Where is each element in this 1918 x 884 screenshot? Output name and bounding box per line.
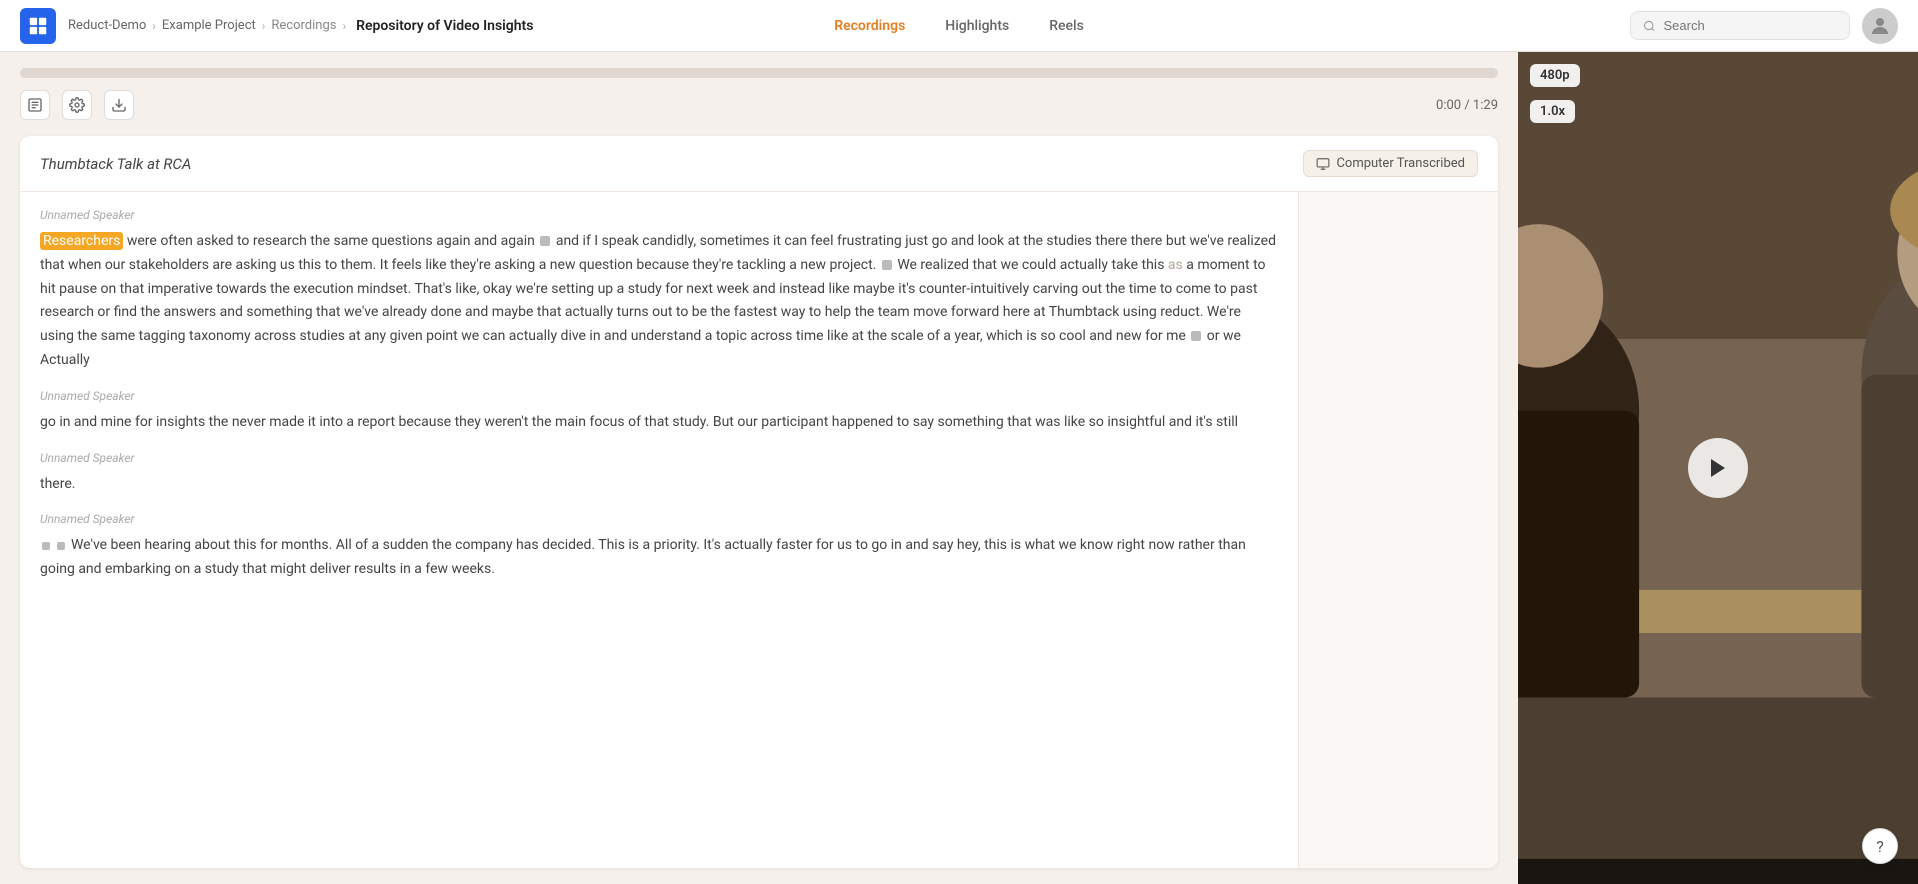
breadcrumb-sep-3: ›: [342, 19, 346, 33]
quality-badge[interactable]: 480p: [1530, 64, 1580, 87]
highlight-researchers: Researchers: [40, 232, 123, 250]
left-panel: 0:00 / 1:29 Thumbtack Talk at RCA Comput…: [0, 52, 1518, 884]
speaker-label-3: Unnamed Speaker: [40, 451, 1278, 465]
video-panel: 480p 1.0x: [1518, 52, 1918, 884]
app-logo: [20, 8, 56, 44]
breadcrumb-example-project[interactable]: Example Project: [162, 18, 256, 33]
transcript-body: Unnamed Speaker Researchers were often a…: [20, 192, 1498, 868]
tab-recordings[interactable]: Recordings: [818, 12, 921, 40]
computer-transcribed-badge: Computer Transcribed: [1303, 150, 1478, 177]
speed-badge[interactable]: 1.0x: [1530, 100, 1575, 123]
help-button[interactable]: ?: [1862, 828, 1898, 864]
play-button[interactable]: [1688, 438, 1748, 498]
transcript-header: Thumbtack Talk at RCA Computer Transcrib…: [20, 136, 1498, 192]
video-scene: [1518, 52, 1918, 884]
time-display: 0:00 / 1:29: [1436, 98, 1498, 113]
settings-button[interactable]: [62, 90, 92, 120]
breadcrumb-reduct-demo[interactable]: Reduct-Demo: [68, 18, 146, 33]
top-navigation: Reduct-Demo › Example Project › Recordin…: [0, 0, 1918, 52]
speaker-label-2: Unnamed Speaker: [40, 389, 1278, 403]
breadcrumb-sep-1: ›: [152, 19, 156, 33]
transcript-button[interactable]: [20, 90, 50, 120]
breadcrumb-recordings: Recordings: [271, 18, 336, 33]
inline-block-1: [540, 236, 550, 246]
inline-block-3: [1191, 331, 1201, 341]
main-content: 0:00 / 1:29 Thumbtack Talk at RCA Comput…: [0, 52, 1918, 884]
transcript-text-column[interactable]: Unnamed Speaker Researchers were often a…: [20, 192, 1298, 868]
transcript-segment-4: We've been hearing about this for months…: [40, 534, 1278, 582]
inline-block-4: [42, 542, 50, 550]
breadcrumb: Reduct-Demo › Example Project › Recordin…: [68, 18, 533, 34]
transcript-segment-3: there.: [40, 473, 1278, 497]
nav-tabs: Recordings Highlights Reels: [818, 12, 1100, 40]
transcript-title: Thumbtack Talk at RCA: [40, 155, 191, 173]
transcript-sidebar: [1298, 192, 1498, 868]
app-title: Repository of Video Insights: [356, 18, 533, 34]
search-input[interactable]: [1664, 18, 1837, 33]
speaker-label-4: Unnamed Speaker: [40, 512, 1278, 526]
player-controls: 0:00 / 1:29: [20, 90, 1498, 120]
transcript-segment-2: go in and mine for insights the never ma…: [40, 411, 1278, 435]
transcript-card: Thumbtack Talk at RCA Computer Transcrib…: [20, 136, 1498, 868]
play-icon: [1706, 456, 1730, 480]
computer-transcribed-label: Computer Transcribed: [1336, 156, 1465, 171]
inline-block-5: [57, 542, 65, 550]
tab-reels[interactable]: Reels: [1033, 12, 1100, 40]
video-progress-bar[interactable]: [20, 68, 1498, 78]
search-bar[interactable]: [1630, 11, 1850, 40]
nav-right: [1630, 8, 1898, 44]
speaker-label-1: Unnamed Speaker: [40, 208, 1278, 222]
search-icon: [1643, 19, 1656, 33]
download-button[interactable]: [104, 90, 134, 120]
transcript-segment-1: Researchers were often asked to research…: [40, 230, 1278, 373]
breadcrumb-sep-2: ›: [262, 19, 266, 33]
tab-highlights[interactable]: Highlights: [929, 12, 1025, 40]
monitor-icon: [1316, 157, 1330, 171]
inline-block-2: [882, 260, 892, 270]
avatar[interactable]: [1862, 8, 1898, 44]
